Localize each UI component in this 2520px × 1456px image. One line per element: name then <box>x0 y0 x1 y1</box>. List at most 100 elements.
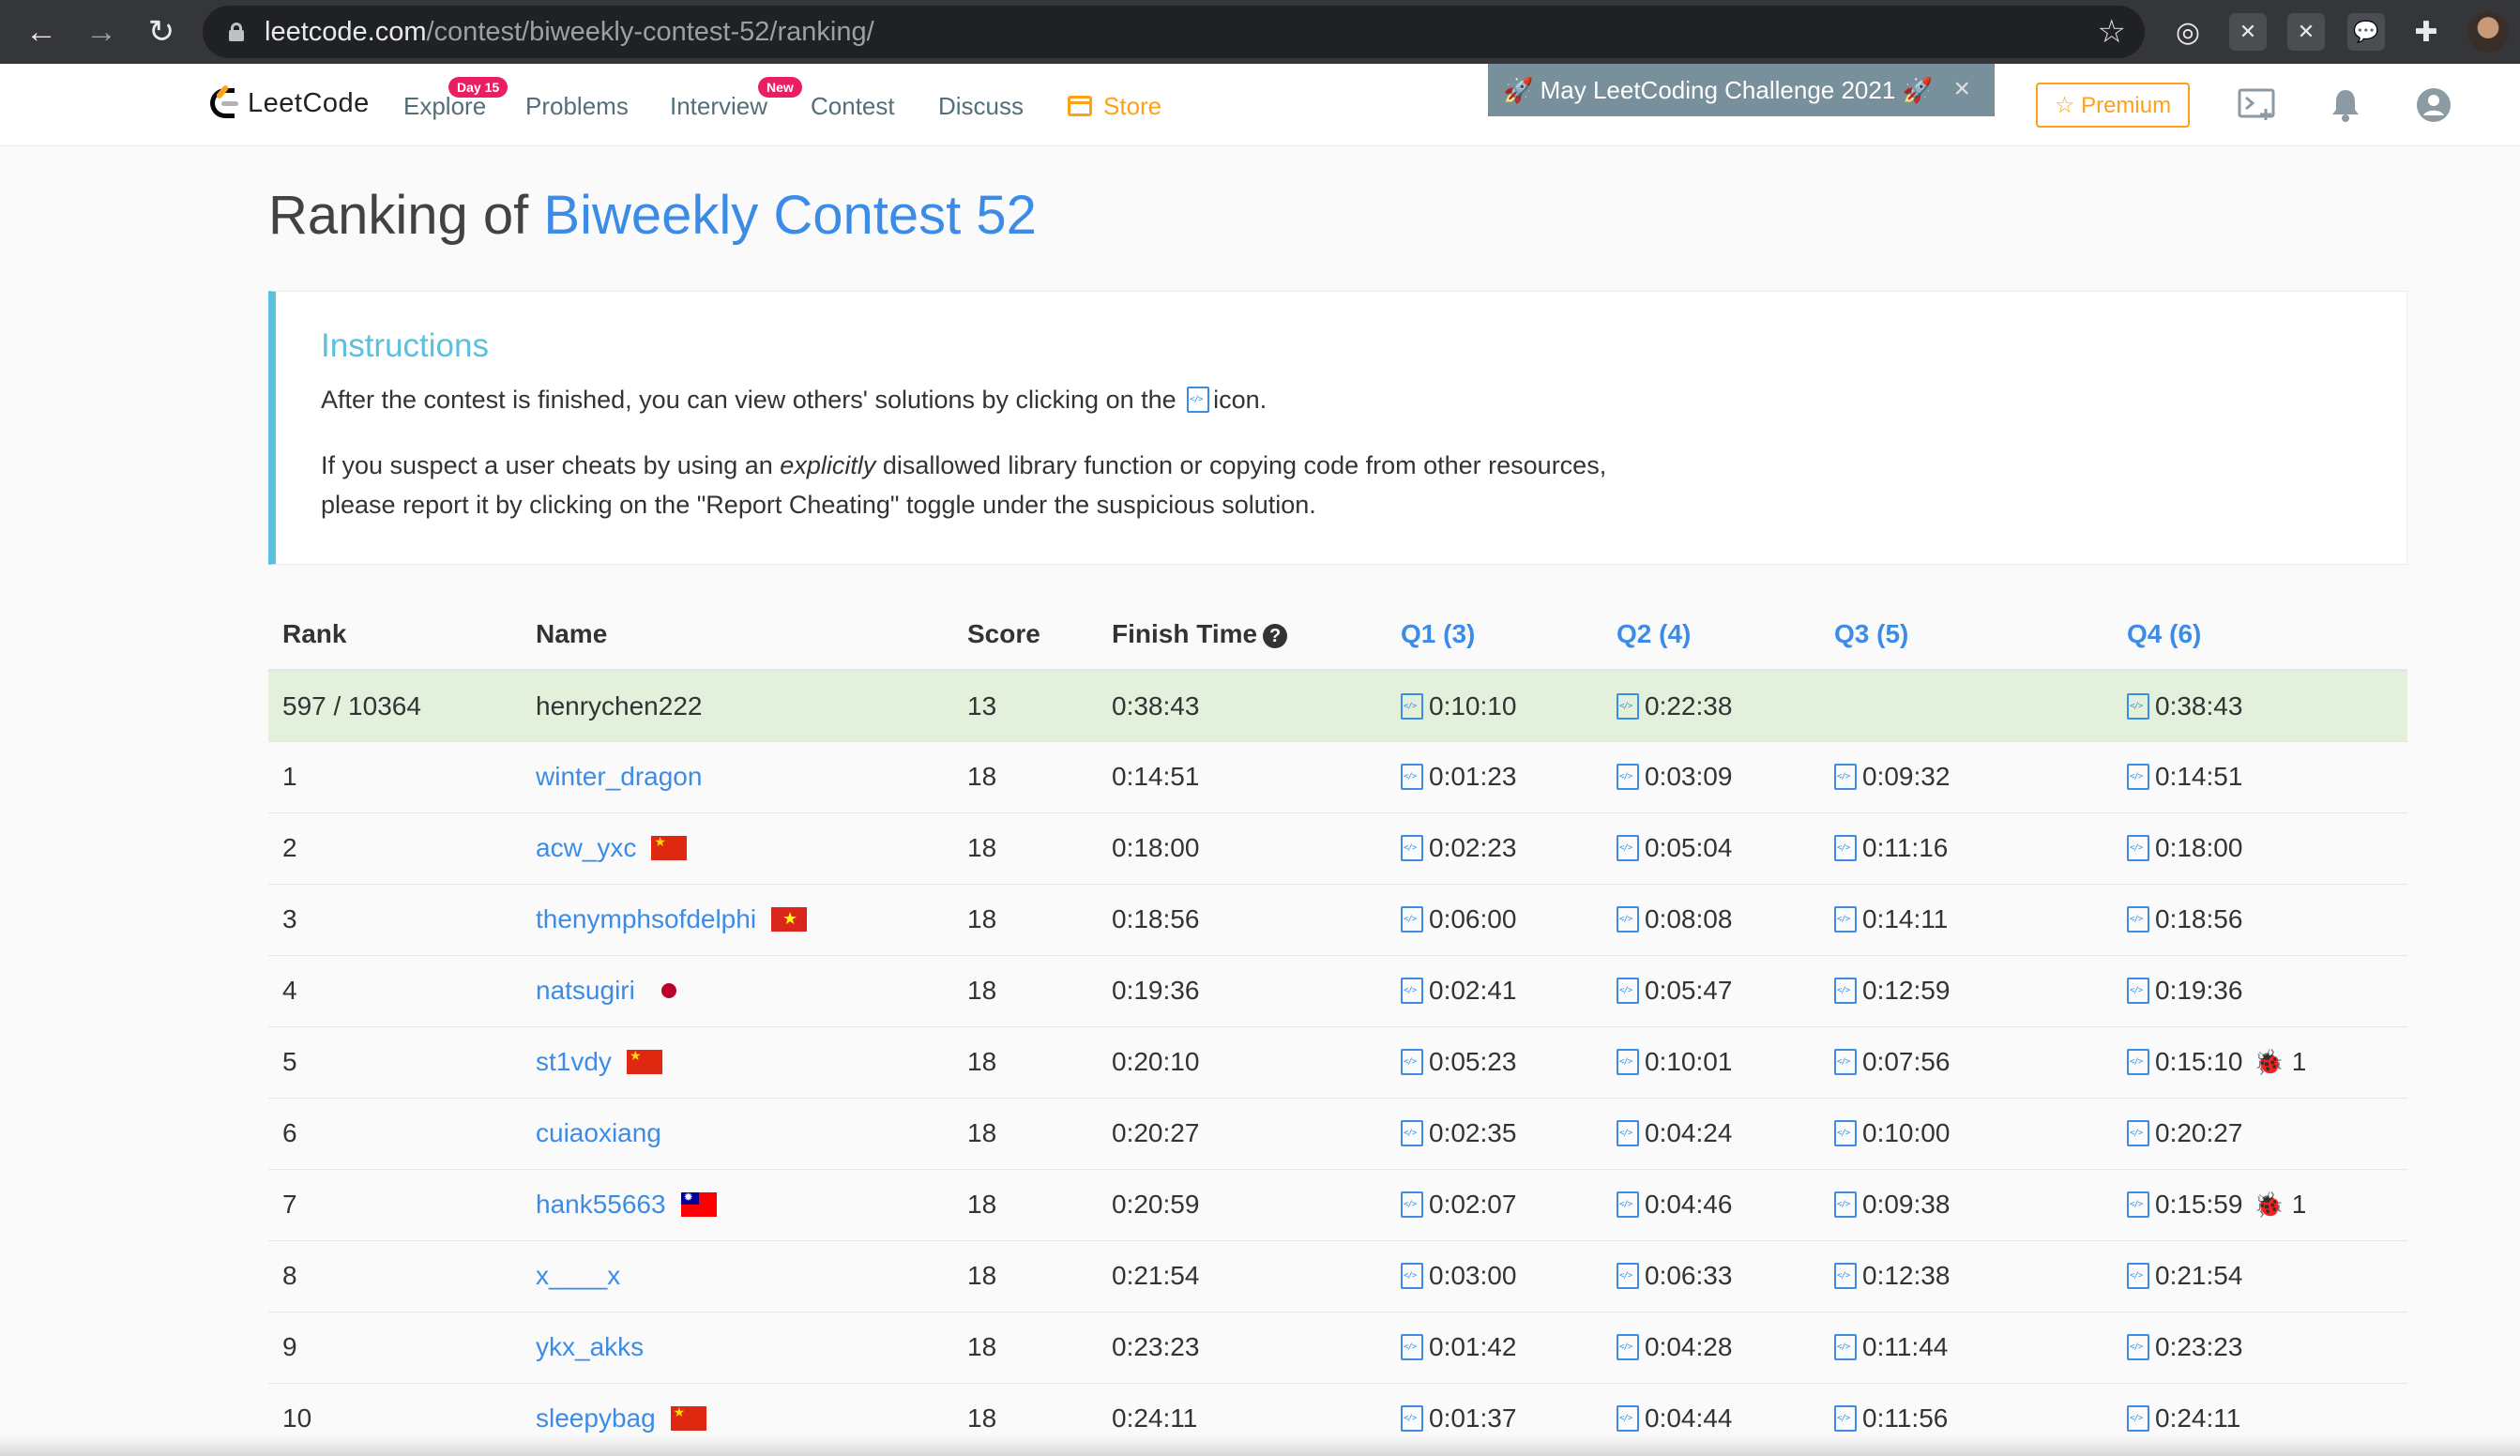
extensions-puzzle-icon[interactable]: ✚ <box>2407 13 2445 51</box>
view-solution-icon[interactable] <box>1834 1334 1857 1360</box>
q3-time-cell: 0:10:00 <box>1820 1098 2113 1170</box>
view-solution-icon[interactable] <box>2127 1334 2149 1360</box>
view-solution-icon[interactable] <box>1834 906 1857 933</box>
nav-discuss[interactable]: Discuss <box>938 92 1024 121</box>
view-solution-icon[interactable] <box>1617 764 1639 790</box>
view-solution-icon[interactable] <box>1617 978 1639 1004</box>
browser-profile-avatar[interactable] <box>2467 11 2509 53</box>
forward-arrow-icon[interactable]: → <box>75 6 128 58</box>
q1-time: 0:02:07 <box>1429 1190 1517 1219</box>
view-solution-icon[interactable] <box>1617 1120 1639 1146</box>
username-link[interactable]: hank55663 <box>536 1190 666 1219</box>
view-solution-icon[interactable] <box>1834 1191 1857 1218</box>
view-solution-icon[interactable] <box>1617 692 1639 720</box>
rank-cell: 597 / 10364 <box>268 670 522 742</box>
view-solution-icon[interactable] <box>2127 906 2149 933</box>
rank-cell: 7 <box>268 1169 522 1241</box>
username-link[interactable]: thenymphsofdelphi <box>536 904 756 933</box>
challenge-banner[interactable]: 🚀 May LeetCoding Challenge 2021 🚀 × <box>1488 64 1995 116</box>
view-solution-icon[interactable] <box>2127 764 2149 790</box>
view-solution-icon[interactable] <box>1401 1263 1423 1289</box>
view-solution-icon[interactable] <box>1617 1049 1639 1075</box>
view-solution-icon[interactable] <box>1834 835 1857 861</box>
extension-leetcode-icon[interactable]: ✕ <box>2229 13 2267 51</box>
header-q4[interactable]: Q4 (6) <box>2113 600 2407 672</box>
nav-store[interactable]: Store <box>1068 92 1161 121</box>
reload-icon[interactable]: ↻ <box>135 6 188 58</box>
view-solution-icon[interactable] <box>1834 764 1857 790</box>
extension-leetcode-alt-icon[interactable]: ✕ <box>2287 13 2325 51</box>
view-solution-icon[interactable] <box>2127 1120 2149 1146</box>
contest-link[interactable]: Biweekly Contest 52 <box>543 185 1036 246</box>
score-cell: 13 <box>953 670 1098 742</box>
view-solution-icon[interactable] <box>1834 1263 1857 1289</box>
view-solution-icon[interactable] <box>1834 1405 1857 1432</box>
view-solution-icon[interactable] <box>2127 835 2149 861</box>
view-solution-icon[interactable] <box>2127 1405 2149 1432</box>
view-solution-icon[interactable] <box>2127 692 2149 720</box>
view-solution-icon[interactable] <box>2127 1263 2149 1289</box>
view-solution-icon[interactable] <box>1617 1191 1639 1218</box>
back-arrow-icon[interactable]: ← <box>15 6 68 58</box>
view-solution-icon[interactable] <box>1401 835 1423 861</box>
name-cell: henrychen222 <box>522 670 953 742</box>
view-solution-icon[interactable] <box>1617 1334 1639 1360</box>
user-avatar-icon[interactable] <box>2413 84 2454 126</box>
nav-interview[interactable]: Interview <box>670 92 767 121</box>
header-q1[interactable]: Q1 (3) <box>1387 600 1602 672</box>
nav-contest[interactable]: Contest <box>811 92 895 121</box>
extension-chat-icon[interactable]: 💬 <box>2347 13 2385 51</box>
view-solution-icon[interactable] <box>1401 978 1423 1004</box>
username-link[interactable]: ykx_akks <box>536 1332 644 1361</box>
username-link[interactable]: acw_yxc <box>536 833 636 862</box>
view-solution-icon[interactable] <box>1834 978 1857 1004</box>
view-solution-icon[interactable] <box>1401 1120 1423 1146</box>
view-solution-icon[interactable] <box>2127 978 2149 1004</box>
nav-problems[interactable]: Problems <box>525 92 629 121</box>
q1-time: 0:02:23 <box>1429 833 1517 862</box>
country-flag-icon <box>670 1405 706 1431</box>
bookmark-star-icon[interactable]: ☆ <box>2098 13 2126 51</box>
view-solution-icon[interactable] <box>1617 835 1639 861</box>
view-solution-icon[interactable] <box>1834 1120 1857 1146</box>
view-solution-icon[interactable] <box>1401 1405 1423 1432</box>
playground-icon[interactable] <box>2237 84 2278 126</box>
username-link[interactable]: x____x <box>536 1261 620 1290</box>
header-q2[interactable]: Q2 (4) <box>1602 600 1820 672</box>
username-link[interactable]: sleepybag <box>536 1403 656 1433</box>
q2-time: 0:03:09 <box>1645 762 1733 791</box>
name-cell: hank55663 <box>522 1169 953 1241</box>
view-solution-icon[interactable] <box>1617 1263 1639 1289</box>
leetcode-logo[interactable]: LeetCode <box>208 83 370 122</box>
q1-time-cell: 0:02:35 <box>1387 1098 1602 1170</box>
username-link[interactable]: st1vdy <box>536 1047 612 1076</box>
close-icon[interactable]: × <box>1953 73 1970 105</box>
q4-time: 0:38:43 <box>2155 690 2243 720</box>
view-solution-icon[interactable] <box>1617 1405 1639 1432</box>
view-solution-icon[interactable] <box>1401 1334 1423 1360</box>
view-solution-icon[interactable] <box>1834 1049 1857 1075</box>
q2-time-cell: 0:05:47 <box>1602 955 1820 1027</box>
username-link[interactable]: natsugiri <box>536 976 635 1005</box>
username-link[interactable]: winter_dragon <box>536 762 702 791</box>
view-solution-icon[interactable] <box>1401 692 1423 720</box>
extension-target-icon[interactable]: ◎ <box>2169 13 2207 51</box>
bell-icon[interactable] <box>2325 84 2366 126</box>
header-rank[interactable]: Rank <box>268 600 522 672</box>
question-icon[interactable]: ? <box>1263 624 1288 649</box>
address-bar[interactable]: leetcode.com/contest/biweekly-contest-52… <box>203 6 2145 58</box>
lock-icon <box>229 23 244 41</box>
view-solution-icon[interactable] <box>1401 1049 1423 1075</box>
header-name: Name <box>522 600 953 672</box>
view-solution-icon[interactable] <box>2127 1049 2149 1075</box>
view-solution-icon[interactable] <box>2127 1191 2149 1218</box>
view-solution-icon[interactable] <box>1401 906 1423 933</box>
header-q3[interactable]: Q3 (5) <box>1820 600 2113 672</box>
premium-button[interactable]: ☆ Premium <box>2036 83 2190 128</box>
username-link[interactable]: cuiaoxiang <box>536 1118 661 1147</box>
q4-time: 0:15:10 <box>2155 1047 2243 1076</box>
q4-time-cell: 0:21:54 <box>2113 1240 2407 1312</box>
view-solution-icon[interactable] <box>1401 764 1423 790</box>
view-solution-icon[interactable] <box>1617 906 1639 933</box>
view-solution-icon[interactable] <box>1401 1191 1423 1218</box>
